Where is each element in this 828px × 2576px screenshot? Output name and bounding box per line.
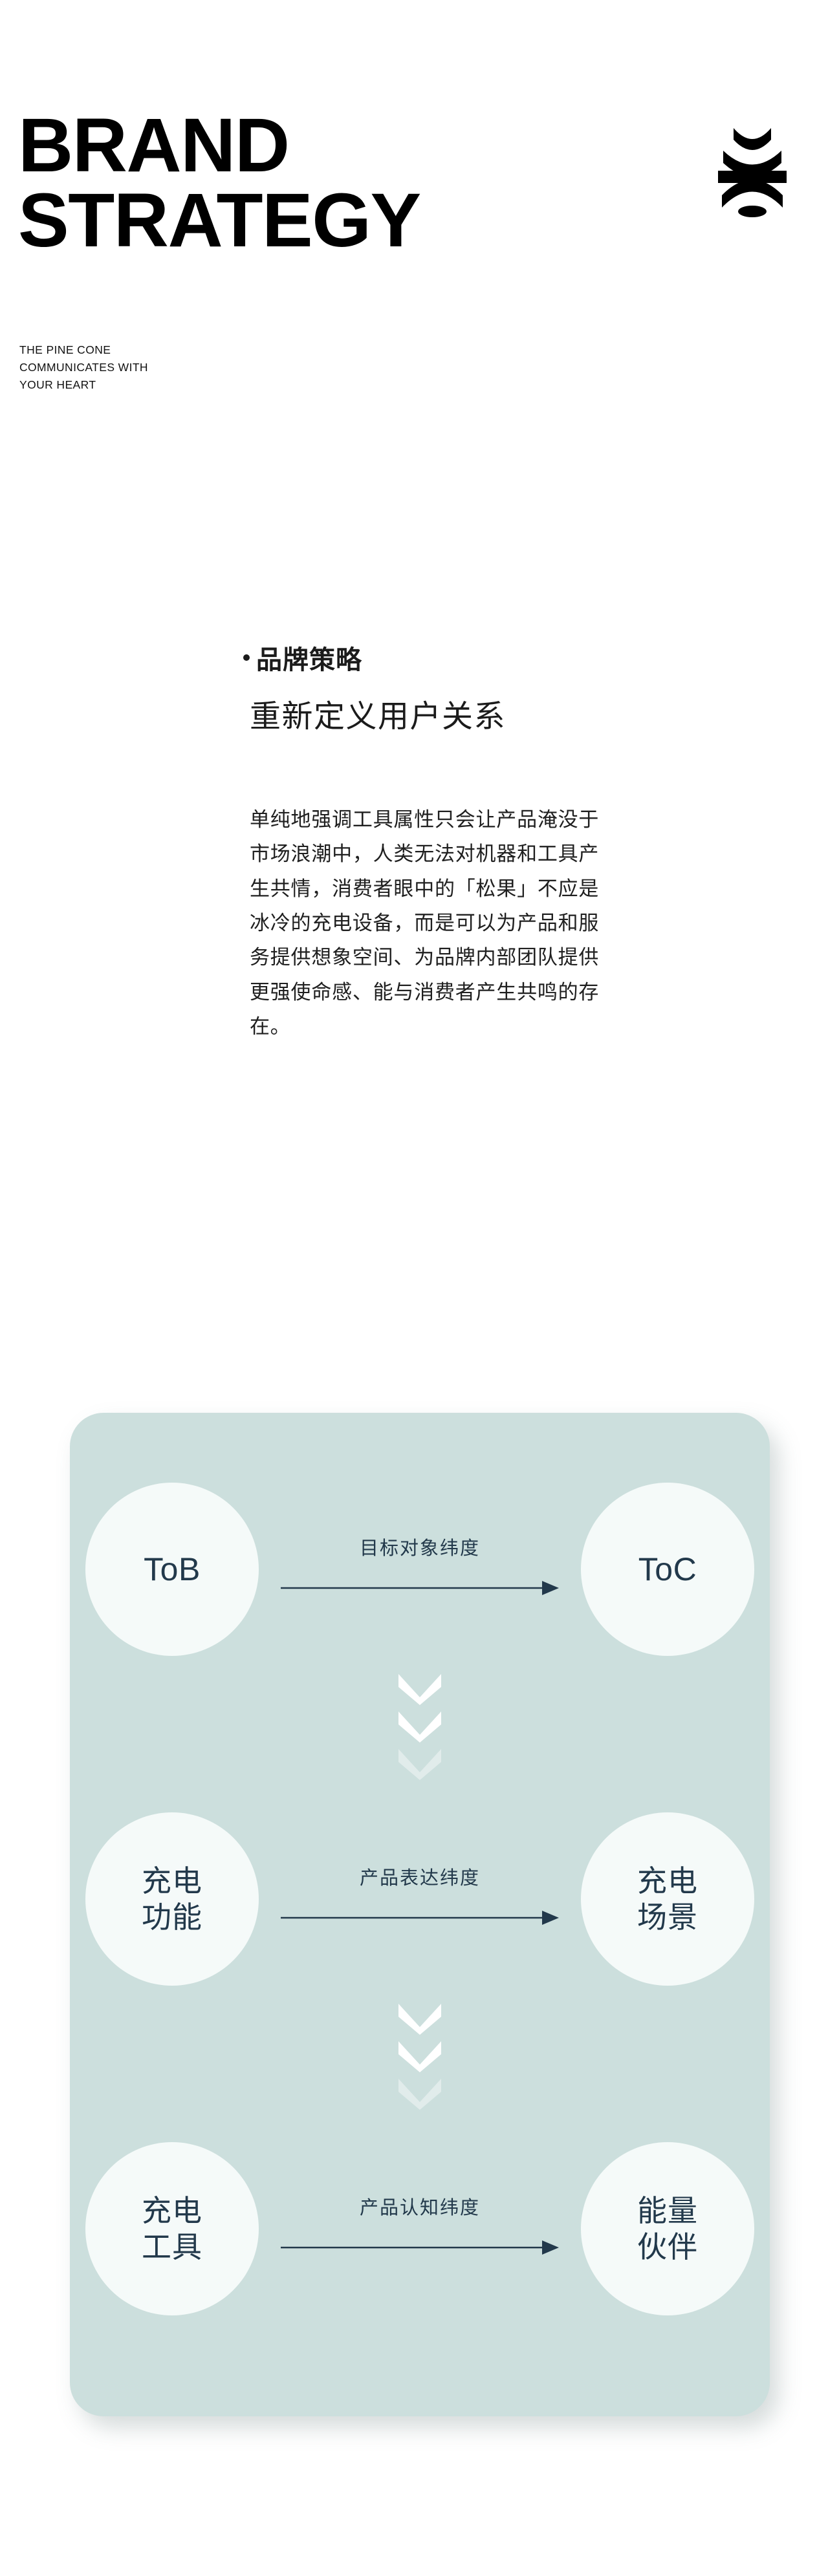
diagram-connector: 产品表达纬度 <box>259 1812 581 1986</box>
header-subtitle: THE PINE CONE COMMUNICATES WITH YOUR HEA… <box>19 341 148 394</box>
diagram-connector-label: 目标对象纬度 <box>259 1533 581 1560</box>
diagram-node-right-label: 能量 伙伴 <box>637 2193 698 2265</box>
chevron-down-icon <box>396 2039 444 2072</box>
diagram-node-right[interactable]: 充电 场景 <box>581 1812 754 1986</box>
chevron-down-icon <box>396 1671 444 1705</box>
page-title-line-2: STRATEGY <box>18 184 420 259</box>
arrow-right-icon <box>281 2239 559 2256</box>
diagram-chevron-group <box>70 2001 770 2124</box>
page-title-line-1: BRAND <box>18 109 420 184</box>
diagram-node-right-label: 充电 场景 <box>637 1863 698 1935</box>
diagram-row: ToB 目标对象纬度 ToC <box>70 1483 770 1657</box>
diagram-node-left[interactable]: ToB <box>85 1483 259 1656</box>
chevron-down-icon <box>396 1709 444 1743</box>
diagram-connector-label: 产品表达纬度 <box>259 1863 581 1890</box>
section-heading: 重新定义用户关系 <box>250 691 506 736</box>
page-title: BRAND STRATEGY <box>18 109 420 258</box>
diagram-connector: 目标对象纬度 <box>259 1483 581 1656</box>
diagram-node-right[interactable]: ToC <box>581 1483 754 1656</box>
diagram-connector-label: 产品认知纬度 <box>259 2193 581 2220</box>
diagram-row: 充电 工具 产品认知纬度 能量 伙伴 <box>70 2142 770 2317</box>
diagram-node-left[interactable]: 充电 功能 <box>85 1812 259 1986</box>
section-kicker: 品牌策略 <box>243 639 362 676</box>
diagram-panel: ToB 目标对象纬度 ToC <box>70 1413 770 2416</box>
arrow-right-icon <box>281 1580 559 1596</box>
chevron-down-icon <box>396 1746 444 1780</box>
diagram-node-right[interactable]: 能量 伙伴 <box>581 2142 754 2315</box>
diagram-node-left[interactable]: 充电 工具 <box>85 2142 259 2315</box>
bullet-dot-icon <box>243 654 250 661</box>
header-subtitle-line-2: COMMUNICATES WITH <box>19 359 148 376</box>
transformation-diagram: ToB 目标对象纬度 ToC <box>0 1410 828 2457</box>
diagram-chevron-group <box>70 1671 770 1794</box>
pine-cone-logo-icon <box>714 122 790 217</box>
chevron-down-icon <box>396 2001 444 2035</box>
diagram-node-right-label: ToC <box>638 1550 697 1589</box>
section-kicker-label: 品牌策略 <box>256 639 362 676</box>
arrow-right-icon <box>281 1909 559 1926</box>
diagram-row: 充电 功能 产品表达纬度 充电 场景 <box>70 1812 770 1987</box>
diagram-node-left-label: 充电 工具 <box>142 2193 202 2265</box>
header-subtitle-line-3: YOUR HEART <box>19 376 148 394</box>
section-body-paragraph: 单纯地强调工具属性只会让产品淹没于市场浪潮中，人类无法对机器和工具产生共情，消费… <box>250 802 599 1044</box>
diagram-node-left-label: 充电 功能 <box>142 1863 202 1935</box>
diagram-node-left-label: ToB <box>144 1550 201 1589</box>
header-subtitle-line-1: THE PINE CONE <box>19 341 148 359</box>
diagram-connector: 产品认知纬度 <box>259 2142 581 2315</box>
chevron-down-icon <box>396 2076 444 2110</box>
header: BRAND STRATEGY THE PINE CONE COMMUNICATE… <box>0 0 828 453</box>
